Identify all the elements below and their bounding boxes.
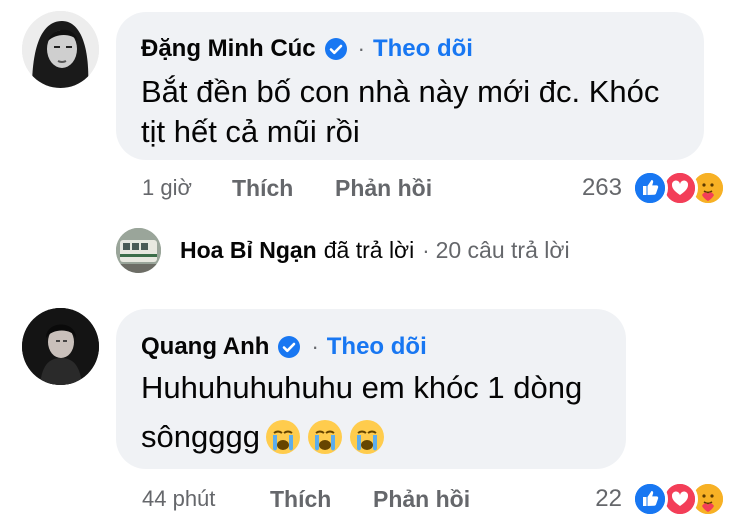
commenter-avatar[interactable] — [22, 308, 99, 385]
like-button[interactable]: Thích — [232, 175, 293, 202]
separator-dot: · — [357, 36, 365, 61]
reply-count[interactable]: 20 câu trả lời — [436, 237, 570, 264]
loudly-crying-face-emoji — [264, 418, 302, 456]
reply-button[interactable]: Phản hồi — [373, 486, 470, 513]
comment-timestamp[interactable]: 44 phút — [142, 486, 215, 512]
loudly-crying-face-emoji — [306, 418, 344, 456]
comment-author[interactable]: Quang Anh — [141, 333, 269, 361]
comment-text-line: Bắt đền bố con nhà này mới đc. Khóc — [141, 74, 660, 109]
comment-header: Quang Anh · Theo dõi — [141, 333, 427, 361]
reply-summary[interactable]: Hoa Bỉ Ngạn đã trả lời · 20 câu trả lời — [180, 237, 570, 264]
separator-dot: · — [311, 334, 319, 359]
reply-action: đã trả lời — [323, 237, 415, 263]
verified-badge-icon — [324, 37, 348, 61]
loudly-crying-face-emoji — [348, 418, 386, 456]
follow-button[interactable]: Theo dõi — [373, 35, 473, 63]
comment-author[interactable]: Đặng Minh Cúc — [141, 35, 316, 63]
separator-dot: · — [422, 237, 430, 263]
verified-badge-icon — [277, 335, 301, 359]
reaction-count[interactable]: 263 — [560, 174, 622, 202]
comment-text: sôngggg — [141, 419, 260, 454]
follow-button[interactable]: Theo dõi — [327, 333, 427, 361]
comment-text-line: tịt hết cả mũi rồi — [141, 114, 360, 149]
reaction-count[interactable]: 22 — [560, 485, 622, 513]
like-reaction-icon[interactable] — [632, 481, 668, 517]
like-reaction-icon[interactable] — [632, 170, 668, 206]
commenter-avatar[interactable] — [22, 11, 99, 88]
like-button[interactable]: Thích — [270, 486, 331, 513]
reply-author[interactable]: Hoa Bỉ Ngạn — [180, 237, 317, 264]
reply-button[interactable]: Phản hồi — [335, 175, 432, 202]
reply-avatar[interactable] — [116, 228, 161, 273]
comment-text-line: Huhuhuhuhuhu em khóc 1 dòng — [141, 370, 583, 405]
comment-text-line-with-emoji: sôngggg — [141, 418, 386, 456]
comment-header: Đặng Minh Cúc · Theo dõi — [141, 35, 473, 63]
comment-timestamp[interactable]: 1 giờ — [142, 175, 192, 201]
